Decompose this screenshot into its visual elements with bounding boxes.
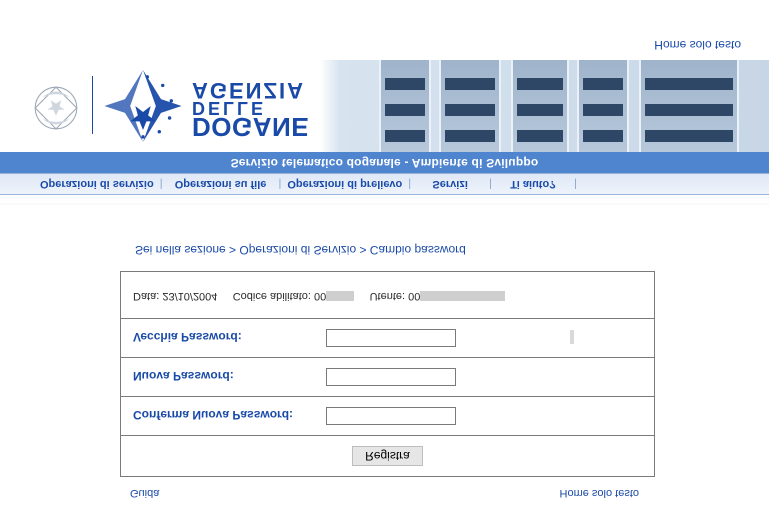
nav-sep: | [154,178,169,190]
cursor-mark [570,330,574,344]
top-links: Guida Home solo testo [0,477,769,505]
nav-operazioni-servizio[interactable]: Operazioni di servizio [40,178,154,190]
logo-divider [92,76,93,134]
nav-sep: | [402,178,417,190]
info-utente-label: Utente: [370,290,405,302]
state-emblem-icon [30,82,82,134]
title-bar: Servizio telematico doganale - Ambiente … [0,152,769,173]
link-guida[interactable]: Guida [130,487,159,499]
logo-line3: AGENZIA [192,79,309,99]
input-old-password[interactable] [326,329,456,347]
label-new-password: Nuova Password: [133,370,323,384]
password-form: Registra Conferma Nuova Password: Nuova … [120,271,655,477]
nav-operazioni-prelievo[interactable]: Operazioni di prelievo [287,178,402,190]
eu-stars-icon [104,70,182,142]
row-new-password: Nuova Password: [121,358,655,397]
registra-button[interactable]: Registra [352,446,423,466]
redacted-icon [326,291,354,301]
link-home-solo-testo-top[interactable]: Home solo testo [560,487,639,499]
nav-ti-aiuto[interactable]: Ti aiuto? [510,178,556,190]
info-date-value: 23/10/2004 [162,290,217,302]
nav-servizi[interactable]: Servizi [432,178,467,190]
info-codice-label: Codice abilitato: [233,290,311,302]
footer: Home solo testo [0,38,769,60]
info-codice-prefix: 00 [314,290,326,302]
link-home-solo-testo-bottom[interactable]: Home solo testo [654,38,741,52]
submit-row: Registra [121,436,655,477]
nav-bar: Operazioni di servizio| Operazioni su fi… [0,173,769,195]
row-old-password: Vecchia Password: [121,319,655,358]
info-date-label: Data: [133,290,159,302]
nav-sep: | [273,178,288,190]
nav-sep: | [568,178,583,190]
info-row: Data: 23/10/2004 Codice abilitato: 00 Ut… [121,272,655,319]
label-old-password: Vecchia Password: [133,331,323,345]
row-confirm-password: Conferma Nuova Password: [121,397,655,436]
breadcrumb: Sei nella sezione > Operazioni di Serviz… [135,243,769,257]
info-utente-prefix: 00 [408,290,420,302]
nav-operazioni-file[interactable]: Operazioni su file [175,178,267,190]
logo-text: DOGANE DELLE AGENZIA [192,79,309,138]
input-new-password[interactable] [326,368,456,386]
nav-sep: | [483,178,498,190]
redacted-icon [420,291,505,301]
input-confirm-password[interactable] [326,407,456,425]
label-confirm-password: Conferma Nuova Password: [133,409,323,423]
building-graphic [339,60,769,152]
logo-band: DOGANE DELLE AGENZIA [0,60,769,152]
